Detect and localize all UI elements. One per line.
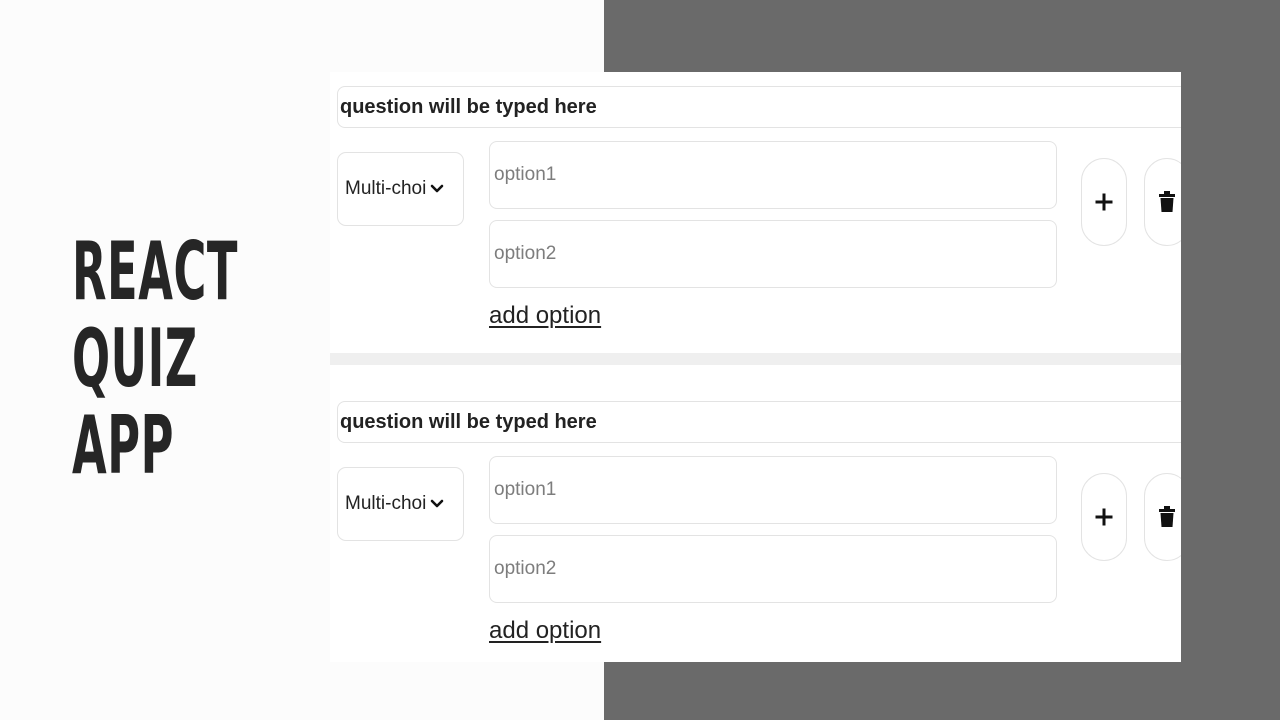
add-question-button[interactable] <box>1081 158 1127 246</box>
option-input-1[interactable]: option1 <box>489 141 1057 209</box>
question-card-2: question will be typed here Multi-choi o… <box>330 387 1181 662</box>
trash-icon <box>1159 506 1175 527</box>
hero-line-app: APP <box>72 399 175 492</box>
question-type-select[interactable]: Multi-choi <box>337 152 464 226</box>
delete-question-button[interactable] <box>1144 158 1181 246</box>
question-text: question will be typed here <box>340 410 597 433</box>
option-placeholder: option2 <box>494 558 557 579</box>
option-input-2[interactable]: option2 <box>489 220 1057 288</box>
question-card-1: question will be typed here Multi-choi o… <box>330 72 1181 365</box>
add-option-link[interactable]: add option <box>489 617 601 645</box>
option-placeholder: option2 <box>494 243 557 264</box>
question-input[interactable]: question will be typed here <box>337 401 1181 443</box>
option-input-1[interactable]: option1 <box>489 456 1057 524</box>
chevron-down-icon <box>430 499 444 509</box>
hero-title: REACT QUIZ APP <box>72 228 238 489</box>
question-type-value: Multi-choi <box>345 493 427 514</box>
plus-icon <box>1095 508 1113 526</box>
trash-icon <box>1159 191 1175 212</box>
question-type-value: Multi-choi <box>345 178 427 199</box>
question-text: question will be typed here <box>340 95 597 118</box>
quiz-editor-screenshot: question will be typed here Multi-choi o… <box>330 72 1181 662</box>
option-placeholder: option1 <box>494 479 557 500</box>
option-input-2[interactable]: option2 <box>489 535 1057 603</box>
question-divider <box>330 353 1181 365</box>
hero-line-quiz: QUIZ <box>72 312 198 405</box>
add-question-button[interactable] <box>1081 473 1127 561</box>
hero-line-react: REACT <box>72 225 239 318</box>
plus-icon <box>1095 193 1113 211</box>
chevron-down-icon <box>430 184 444 194</box>
question-input[interactable]: question will be typed here <box>337 86 1181 128</box>
add-option-link[interactable]: add option <box>489 302 601 330</box>
question-type-select[interactable]: Multi-choi <box>337 467 464 541</box>
delete-question-button[interactable] <box>1144 473 1181 561</box>
option-placeholder: option1 <box>494 164 557 185</box>
